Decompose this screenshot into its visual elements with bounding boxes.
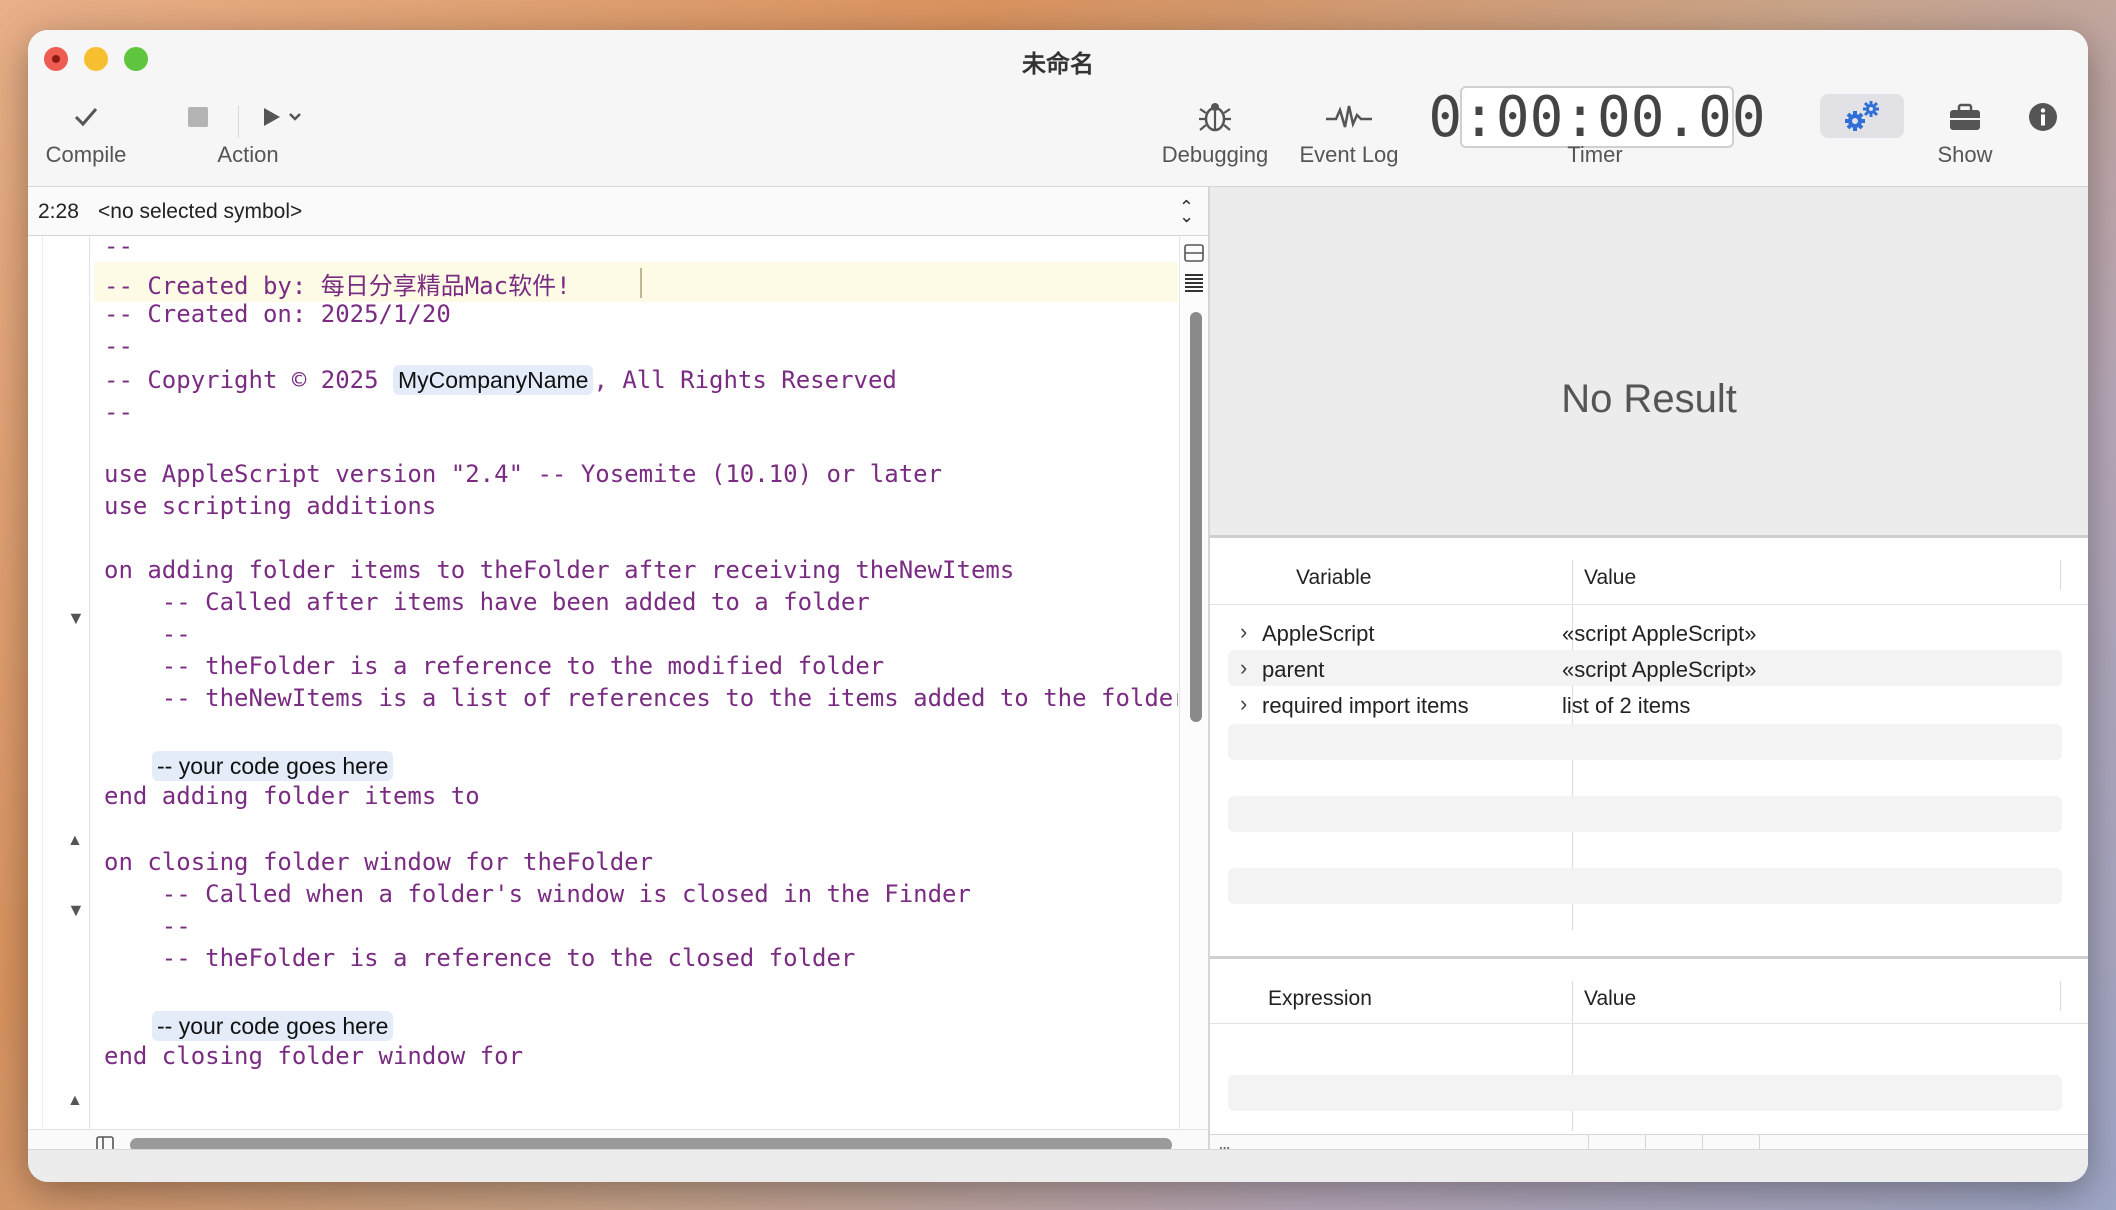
fold-open-icon[interactable]: ▼ [67, 900, 85, 921]
no-result-text: No Result [1561, 377, 1737, 421]
chevron-right-icon[interactable]: › [1240, 655, 1247, 681]
code-line: -- [104, 332, 133, 360]
header-divider [1210, 604, 2088, 605]
briefcase-icon [1910, 92, 2020, 142]
window-title: 未命名 [1022, 51, 1094, 78]
fold-open-icon[interactable]: ▼ [67, 608, 85, 629]
compile-label: Compile [45, 142, 127, 167]
code-line: -- Created on: 2025/1/20 [104, 300, 451, 328]
gears-icon [1845, 101, 1879, 131]
cursor-position: 2:28 [38, 200, 79, 223]
vertical-scroll-thumb[interactable] [1190, 312, 1202, 722]
info-icon [2018, 92, 2068, 142]
timer-label: Timer [1567, 142, 1623, 167]
updown-chevron-icon[interactable]: ⌃ ⌃ [1179, 197, 1194, 239]
expression-column-header[interactable]: Expression [1268, 987, 1372, 1011]
event-log-label: Event Log [1299, 142, 1399, 167]
split-editor-icon[interactable] [1184, 244, 1204, 262]
value-column-header[interactable]: Value [1584, 566, 1636, 590]
action-label: Action [217, 142, 279, 167]
code-line: -- theFolder is a reference to the close… [104, 944, 856, 972]
variable-row[interactable]: › parent «script AppleScript» [1228, 650, 2062, 686]
code-line: -- [104, 620, 191, 648]
code-line: -- Called after items have been added to… [104, 588, 870, 616]
debugging-label: Debugging [1161, 142, 1269, 167]
expressions-pane: Expression Value [1210, 959, 2088, 1135]
code-placeholder-line: -- your code goes here [152, 751, 394, 781]
code-line: end closing folder window for [104, 1042, 524, 1070]
window-bottom-bar [28, 1149, 2088, 1182]
variable-column-header[interactable]: Variable [1296, 566, 1372, 590]
timer-label-wrap: Timer [1530, 142, 1660, 168]
expression-value-column-header[interactable]: Value [1584, 987, 1636, 1011]
variable-row[interactable]: › required import items list of 2 items [1228, 686, 2062, 722]
checkmark-icon [36, 92, 136, 142]
navigation-bar: 2:28 <no selected symbol> ⌃ ⌃ [28, 187, 1208, 236]
empty-row [1228, 724, 2062, 760]
result-pane: No Result [1210, 187, 2088, 538]
chevron-right-icon[interactable]: › [1240, 619, 1247, 645]
code-placeholder-token[interactable]: -- your code goes here [152, 1011, 394, 1041]
debugging-button[interactable]: Debugging [1140, 92, 1290, 168]
empty-row [1228, 796, 2062, 832]
code-line: on adding folder items to theFolder afte… [104, 556, 1015, 584]
empty-row [1228, 1075, 2062, 1111]
variable-row[interactable]: › AppleScript «script AppleScript» [1228, 614, 2062, 650]
lines-icon[interactable] [1184, 273, 1204, 295]
waveform-icon [1284, 92, 1414, 142]
play-icon [252, 92, 312, 142]
bug-icon [1140, 92, 1290, 142]
compile-button[interactable]: Compile [36, 92, 136, 168]
symbol-popup[interactable]: <no selected symbol> [98, 200, 302, 224]
header-divider [1210, 1023, 2088, 1024]
text-caret [640, 268, 642, 298]
empty-row [1228, 868, 2062, 904]
company-placeholder-token[interactable]: MyCompanyName [392, 365, 594, 395]
code-line: -- theFolder is a reference to the modif… [104, 652, 885, 680]
event-log-button[interactable]: Event Log [1284, 92, 1414, 168]
code-line: -- Called when a folder's window is clos… [104, 880, 971, 908]
code-area[interactable]: -- -- Created by: 每日分享精品Mac软件! -- Create… [88, 236, 1178, 1130]
code-line-copyright: -- Copyright © 2025 MyCompanyName, All R… [104, 365, 897, 395]
code-line: use AppleScript version "2.4" -- Yosemit… [104, 460, 943, 488]
result-view-button[interactable] [1820, 94, 1904, 138]
vertical-scrollbar-track[interactable] [1179, 236, 1208, 1130]
fold-end-icon[interactable]: ▲ [67, 832, 83, 850]
column-separator[interactable] [2060, 560, 2061, 590]
fold-end-icon[interactable]: ▲ [67, 1092, 83, 1110]
code-line: -- theNewItems is a list of references t… [104, 684, 1178, 712]
code-placeholder-token[interactable]: -- your code goes here [152, 751, 394, 781]
fold-gutter: ▼ ▲ ▼ ▲ ▼ [42, 236, 90, 1176]
script-editor-window: 未命名 Compile Action Debugging Event Log 0… [28, 30, 2088, 1182]
code-line: -- [104, 912, 191, 940]
chevron-right-icon[interactable]: › [1240, 691, 1247, 717]
script-editor[interactable]: ▼ ▲ ▼ ▲ ▼ -- -- Created by: 每日分享精品Mac软件!… [28, 236, 1208, 1176]
stop-icon [178, 92, 218, 142]
stop-button[interactable] [178, 92, 218, 142]
toolbar: 未命名 Compile Action Debugging Event Log 0… [28, 30, 2088, 187]
run-button[interactable] [252, 92, 312, 142]
show-label: Show [1937, 142, 1993, 167]
code-line: on closing folder window for theFolder [104, 848, 654, 876]
variables-pane: Variable Value › AppleScript «script App… [1210, 538, 2088, 959]
show-button[interactable]: Show [1910, 92, 2020, 168]
code-line: end adding folder items to [104, 782, 480, 810]
toolbar-separator [238, 106, 239, 138]
column-separator[interactable] [2060, 981, 2061, 1011]
code-line: -- [104, 398, 133, 426]
timer-display: 0:00:00.00 [1428, 84, 1766, 150]
code-line: -- Created by: 每日分享精品Mac软件! [104, 272, 571, 300]
code-line: use scripting additions [104, 492, 437, 520]
code-line: -- [104, 236, 133, 260]
split-view-icons [1184, 244, 1204, 300]
info-button[interactable] [2018, 92, 2068, 142]
code-placeholder-line: -- your code goes here [152, 1011, 394, 1041]
